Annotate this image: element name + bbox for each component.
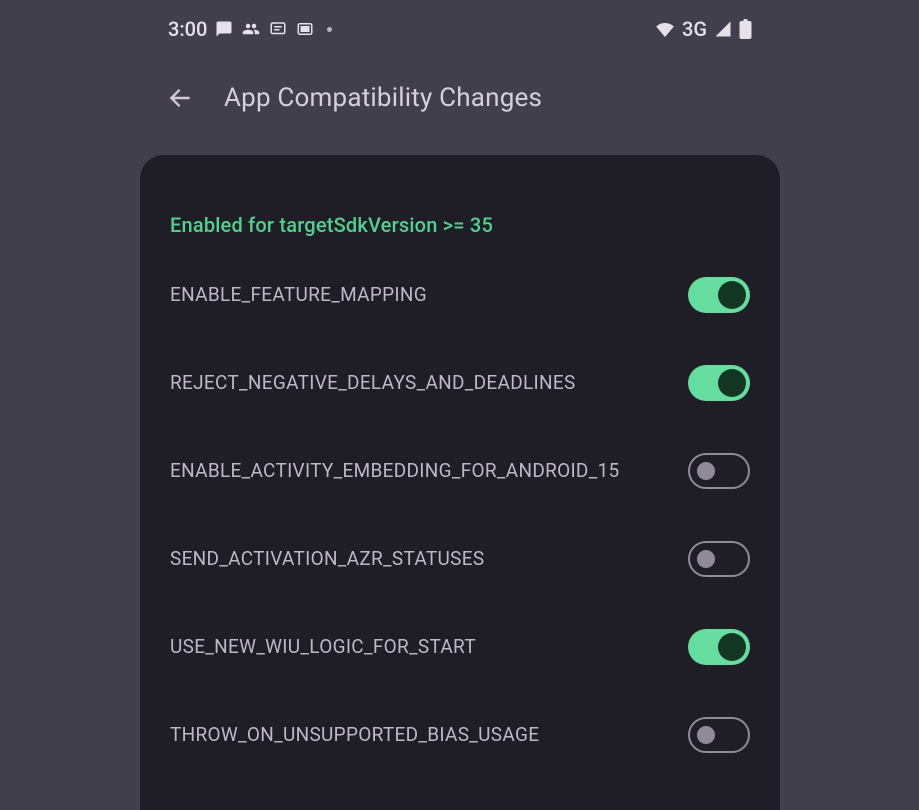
setting-row[interactable]: ENABLE_ACTIVITY_EMBEDDING_FOR_ANDROID_15: [170, 453, 750, 489]
toggle-knob: [697, 462, 715, 480]
network-type-label: 3G: [682, 17, 707, 41]
card-icon: [296, 20, 314, 38]
back-button[interactable]: [160, 78, 200, 118]
setting-label: REJECT_NEGATIVE_DELAYS_AND_DEADLINES: [170, 370, 576, 397]
toggle-switch[interactable]: [688, 541, 750, 577]
wifi-icon: [655, 21, 675, 37]
settings-list: ENABLE_FEATURE_MAPPING REJECT_NEGATIVE_DE…: [170, 277, 750, 753]
signal-icon: [714, 20, 732, 38]
message-icon: [269, 20, 287, 38]
toggle-knob: [718, 369, 746, 397]
toggle-knob: [718, 633, 746, 661]
clock-text: 3:00: [168, 17, 207, 41]
toggle-switch[interactable]: [688, 629, 750, 665]
setting-row[interactable]: ENABLE_FEATURE_MAPPING: [170, 277, 750, 313]
setting-label: SEND_ACTIVATION_AZR_STATUSES: [170, 546, 484, 573]
toggle-switch[interactable]: [688, 277, 750, 313]
chat-icon: [215, 20, 233, 38]
toggle-switch[interactable]: [688, 365, 750, 401]
toggle-switch[interactable]: [688, 717, 750, 753]
setting-label: ENABLE_ACTIVITY_EMBEDDING_FOR_ANDROID_15: [170, 458, 620, 485]
page-title: App Compatibility Changes: [224, 83, 542, 113]
setting-label: THROW_ON_UNSUPPORTED_BIAS_USAGE: [170, 722, 539, 749]
setting-label: ENABLE_FEATURE_MAPPING: [170, 282, 427, 309]
setting-row[interactable]: USE_NEW_WIU_LOGIC_FOR_START: [170, 629, 750, 665]
app-bar: App Compatibility Changes: [140, 58, 780, 138]
setting-row[interactable]: THROW_ON_UNSUPPORTED_BIAS_USAGE: [170, 717, 750, 753]
status-left: 3:00: [168, 17, 332, 41]
status-bar: 3:00 3G: [140, 0, 780, 58]
section-header: Enabled for targetSdkVersion >= 35: [170, 213, 750, 237]
status-right: 3G: [655, 17, 752, 41]
toggle-knob: [697, 726, 715, 744]
device-viewport: 3:00 3G: [140, 0, 780, 810]
setting-row[interactable]: REJECT_NEGATIVE_DELAYS_AND_DEADLINES: [170, 365, 750, 401]
more-notifications-dot: [327, 27, 332, 32]
toggle-knob: [718, 281, 746, 309]
settings-panel: Enabled for targetSdkVersion >= 35 ENABL…: [140, 155, 780, 810]
toggle-switch[interactable]: [688, 453, 750, 489]
people-icon: [242, 20, 260, 38]
battery-icon: [739, 19, 752, 39]
toggle-knob: [697, 550, 715, 568]
setting-label: USE_NEW_WIU_LOGIC_FOR_START: [170, 634, 476, 661]
setting-row[interactable]: SEND_ACTIVATION_AZR_STATUSES: [170, 541, 750, 577]
arrow-left-icon: [167, 85, 193, 111]
notification-icons: [215, 20, 332, 38]
